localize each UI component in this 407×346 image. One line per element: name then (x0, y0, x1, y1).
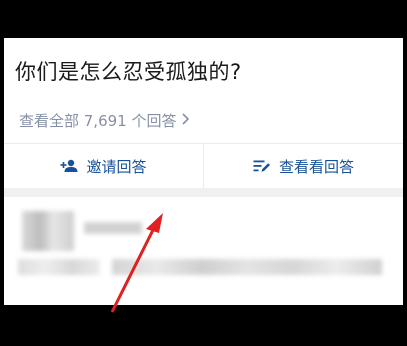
section-separator (4, 188, 403, 197)
answer-preview-blurred[interactable] (4, 197, 403, 305)
question-title[interactable]: 你们是怎么忍受孤独的? (15, 56, 393, 86)
answer-text-blurred (112, 259, 382, 275)
invite-answer-label: 邀请回答 (86, 157, 147, 176)
view-answers-button[interactable]: 查看看回答 (204, 144, 403, 188)
view-answers-label: 查看看回答 (278, 157, 354, 176)
all-answers-label: 查看全部 7,691 个回答 (19, 112, 177, 130)
invite-user-icon (60, 159, 78, 173)
write-answer-icon (253, 159, 271, 173)
question-actions: 邀请回答 查看看回答 (4, 144, 403, 188)
bottom-black-area (0, 305, 407, 346)
chevron-right-icon (181, 112, 190, 130)
question-card: 你们是怎么忍受孤独的? 查看全部 7,691 个回答 邀请回答 查看看回答 (4, 38, 403, 188)
avatar (22, 211, 74, 251)
view-all-answers-link[interactable]: 查看全部 7,691 个回答 (19, 110, 190, 131)
author-name-blurred (84, 222, 142, 234)
invite-answer-button[interactable]: 邀请回答 (4, 144, 203, 188)
answer-text-blurred (18, 259, 100, 275)
screen: 你们是怎么忍受孤独的? 查看全部 7,691 个回答 邀请回答 查看看回答 (0, 0, 407, 346)
